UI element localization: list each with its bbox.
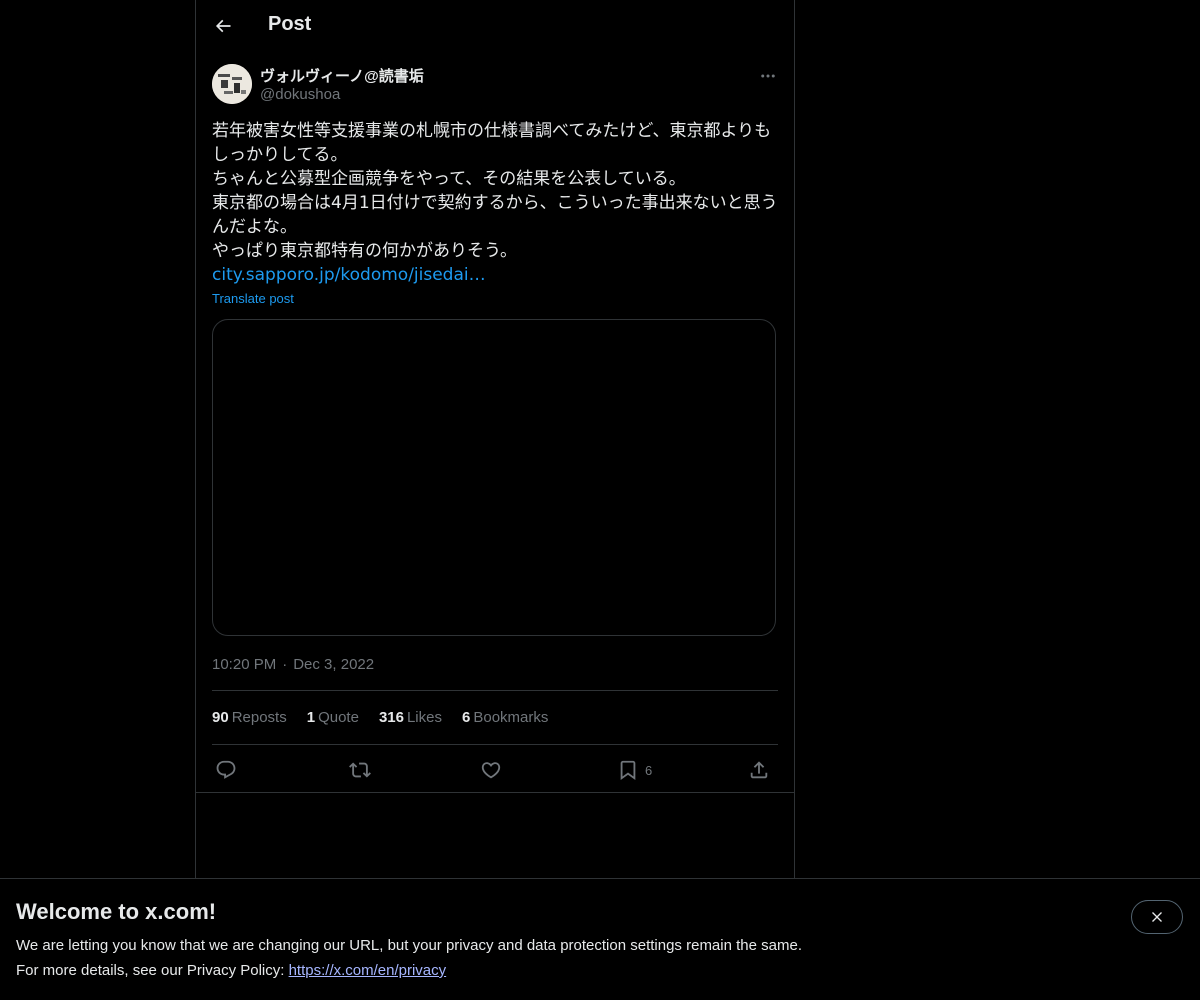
back-arrow-icon: [215, 19, 231, 33]
translate-post-link[interactable]: Translate post: [212, 291, 294, 306]
likes-label: Likes: [406, 709, 442, 726]
share-button[interactable]: [748, 756, 770, 784]
bookmark-button[interactable]: 6: [617, 756, 652, 784]
avatar[interactable]: [212, 64, 252, 104]
likes-count: 316: [378, 709, 404, 726]
stats-row: 90 Reposts 1 Quote 316 Likes 6 Bookmarks: [212, 709, 548, 729]
like-icon: [481, 762, 501, 779]
avatar-image: [212, 64, 252, 104]
post-column: Post ヴォルヴィーノ@読書垢 @dokushoa 若年被害女性等支援事業の札…: [195, 0, 795, 1000]
banner-privacy-prefix: For more details, see our Privacy Policy…: [16, 962, 289, 979]
author-handle[interactable]: @dokushoa: [260, 86, 340, 103]
post-text-line: 東京都の場合は4月1日付けで契約するから、こういった事出来ないと思うんだよな。: [212, 193, 778, 237]
close-icon: [1152, 912, 1162, 922]
post-text-line: 若年被害女性等支援事業の札幌市の仕様書調べてみたけど、東京都よりもしっかりしてる…: [212, 121, 772, 165]
author-name[interactable]: ヴォルヴィーノ@読書垢: [260, 65, 424, 86]
reposts-label: Reposts: [231, 709, 287, 726]
post-text: 若年被害女性等支援事業の札幌市の仕様書調べてみたけど、東京都よりもしっかりしてる…: [212, 119, 778, 287]
post-text-line: やっぱり東京都特有の何かがありそう。: [212, 241, 517, 261]
share-icon: [750, 761, 768, 779]
bookmark-count: 6: [645, 762, 653, 778]
quotes-stat[interactable]: 1 Quote: [307, 709, 359, 729]
action-bar: 6: [212, 756, 778, 784]
page-title: Post: [268, 13, 312, 35]
media-embed[interactable]: [212, 319, 776, 636]
privacy-policy-link[interactable]: https://x.com/en/privacy: [289, 962, 447, 979]
divider: [212, 744, 778, 745]
like-button[interactable]: [480, 756, 502, 784]
divider: [196, 792, 794, 793]
bookmarks-count: 6: [462, 709, 471, 726]
reposts-stat[interactable]: 90 Reposts: [212, 709, 287, 729]
more-icon: [761, 74, 775, 78]
repost-button[interactable]: [349, 756, 371, 784]
back-button[interactable]: [206, 9, 240, 43]
bookmarks-stat[interactable]: 6 Bookmarks: [462, 709, 548, 729]
banner-privacy-line: For more details, see our Privacy Policy…: [16, 962, 446, 979]
bookmarks-label: Bookmarks: [473, 709, 549, 726]
reposts-count: 90: [212, 709, 229, 726]
welcome-banner: Welcome to x.com! We are letting you kno…: [0, 878, 1200, 1000]
separator-dot: ·: [282, 656, 288, 673]
close-banner-button[interactable]: [1131, 900, 1183, 934]
top-bar: Post: [196, 0, 794, 54]
banner-message: We are letting you know that we are chan…: [16, 937, 802, 954]
post-text-line: ちゃんと公募型企画競争をやって、その結果を公表している。: [212, 169, 686, 189]
post-time: 10:20 PM: [212, 656, 277, 673]
repost-icon: [349, 762, 371, 778]
post-link[interactable]: city.sapporo.jp/kodomo/jisedai…: [212, 265, 486, 285]
post-timestamp[interactable]: 10:20 PM · Dec 3, 2022: [212, 656, 374, 673]
reply-icon: [216, 760, 236, 779]
bookmark-icon: [620, 760, 636, 781]
reply-button[interactable]: [215, 756, 237, 784]
quotes-label: Quote: [318, 709, 359, 726]
post-date: Dec 3, 2022: [293, 656, 375, 673]
banner-title: Welcome to x.com!: [16, 899, 217, 924]
more-button[interactable]: [754, 64, 782, 88]
divider: [212, 690, 778, 691]
likes-stat[interactable]: 316 Likes: [379, 709, 442, 729]
quotes-count: 1: [306, 709, 316, 726]
